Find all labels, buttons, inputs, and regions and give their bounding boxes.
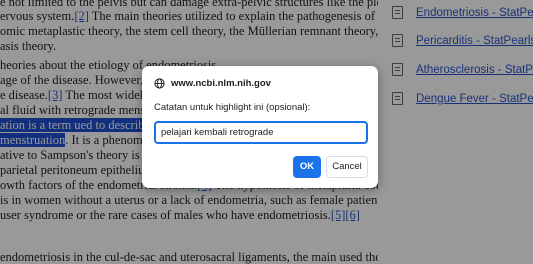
- globe-icon: [154, 78, 165, 89]
- prompt-dialog: www.ncbi.nlm.nih.gov Catatan untuk highl…: [142, 66, 378, 188]
- ok-button[interactable]: OK: [293, 156, 321, 178]
- cancel-button[interactable]: Cancel: [326, 156, 368, 178]
- note-input[interactable]: [154, 121, 368, 144]
- dialog-origin: www.ncbi.nlm.nih.gov: [154, 78, 271, 89]
- dialog-message: Catatan untuk highlight ini (opsional):: [154, 102, 311, 113]
- origin-text: www.ncbi.nlm.nih.gov: [171, 78, 271, 89]
